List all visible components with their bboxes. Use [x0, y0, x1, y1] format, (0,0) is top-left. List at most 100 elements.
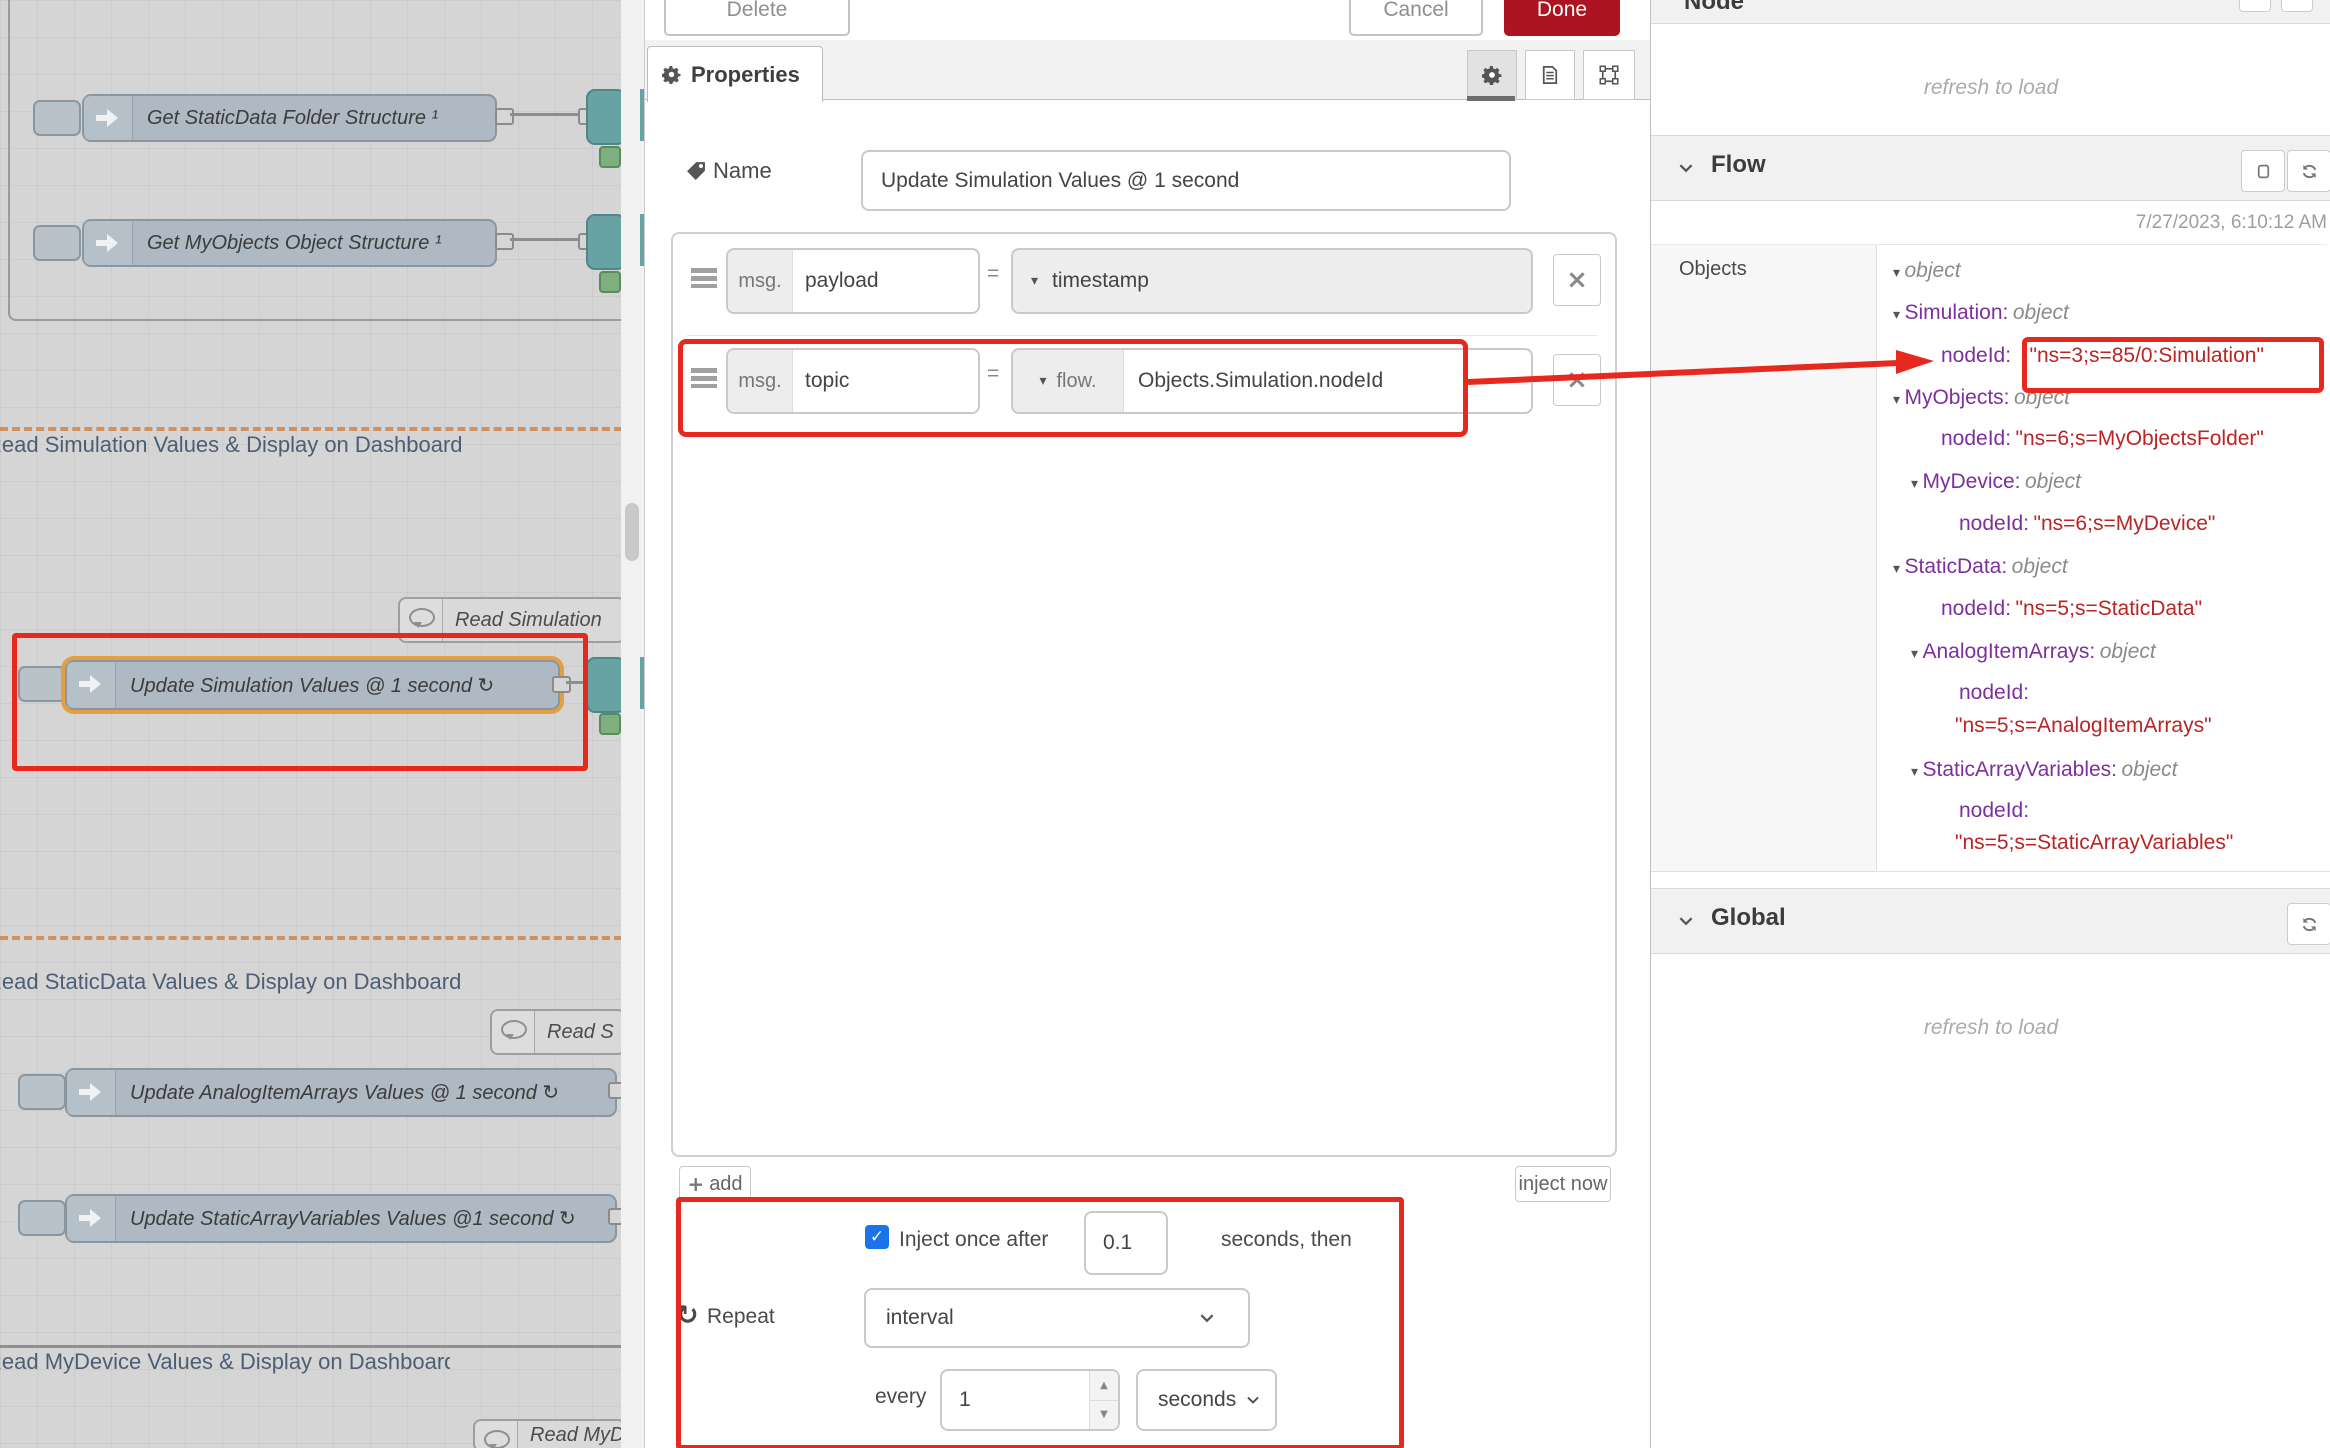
every-value: 1 [959, 1388, 971, 1412]
appearance-icon [1599, 65, 1619, 85]
tab-button-properties[interactable] [1467, 50, 1517, 100]
inject-once-checkbox[interactable]: ✓ [865, 1225, 889, 1249]
inject-button[interactable] [33, 225, 81, 261]
tree-row[interactable]: ▾ MyObjects: object [1893, 386, 2070, 410]
tab-properties[interactable]: Properties [647, 46, 823, 102]
add-rule-button[interactable]: + add [679, 1166, 751, 1202]
inject-node-selected[interactable]: Update Simulation Values @ 1 second ↻ [65, 660, 560, 710]
node-status-dot [599, 271, 621, 293]
section-button[interactable] [2239, 0, 2271, 12]
tree-row[interactable]: ▾ MyDevice: object [1911, 470, 2081, 494]
delete-button[interactable]: Delete [664, 0, 850, 36]
property-name: Objects [1679, 258, 1747, 281]
tree-row[interactable]: ▾ object [1893, 259, 1961, 283]
node-label: Update StaticArrayVariables Values @1 se… [116, 1206, 576, 1231]
rule-property-input[interactable]: msg. topic [726, 348, 980, 414]
tree-key: AnalogItemArrays: [1922, 640, 2095, 663]
flow-canvas[interactable]: Get StaticData Folder Structure ¹ Get My… [0, 0, 645, 1448]
node-label: Update AnalogItemArrays Values @ 1 secon… [116, 1080, 559, 1105]
tree-row[interactable]: ▾ AnalogItemArrays: object [1911, 640, 2156, 664]
tab-button-description[interactable] [1525, 50, 1575, 100]
drag-handle-icon[interactable] [691, 368, 717, 388]
spinner-up-icon: ▲ [1100, 1380, 1108, 1391]
comment-label: Read S [535, 1021, 614, 1044]
group-border-dashed [0, 936, 622, 940]
repeat-select[interactable]: interval [864, 1288, 1250, 1348]
inject-icon [67, 1070, 116, 1115]
every-unit-select[interactable]: seconds [1136, 1369, 1277, 1431]
tree-type: object [2014, 386, 2070, 409]
tree-type: object [2100, 640, 2156, 663]
number-spinner[interactable]: ▲ ▼ [1089, 1371, 1118, 1429]
comment-node[interactable]: Read Simulation [398, 597, 626, 643]
node-section-header[interactable]: Node [1651, 0, 2330, 24]
msg-prefix: msg. [728, 350, 793, 412]
delay-value: 0.1 [1103, 1231, 1132, 1255]
wire [566, 681, 588, 684]
inject-node[interactable]: Update AnalogItemArrays Values @ 1 secon… [65, 1068, 617, 1117]
tree-row[interactable]: "ns=5;s=StaticArrayVariables" [1955, 831, 2233, 855]
inject-node[interactable]: Get MyObjects Object Structure ¹ [82, 219, 497, 267]
refresh-button[interactable] [2287, 903, 2330, 945]
group-border-dashed [0, 427, 622, 431]
tree-key: MyDevice: [1922, 470, 2020, 493]
edit-inject-node-dialog: Delete Cancel Done Properties Name Updat… [644, 0, 1651, 1448]
tree-value: "ns=5;s=AnalogItemArrays" [1955, 714, 2212, 737]
inject-icon [67, 662, 116, 708]
flow-group-structure [8, 0, 652, 321]
tree-row[interactable]: ▾ StaticArrayVariables: object [1911, 758, 2178, 782]
rule-property-input[interactable]: msg. payload [726, 248, 980, 314]
delete-rule-button[interactable]: × [1553, 254, 1601, 306]
comment-node[interactable]: Read MyD [473, 1419, 626, 1448]
section-button[interactable] [2281, 0, 2313, 12]
output-port[interactable] [552, 676, 571, 693]
rule-value-dropdown[interactable]: ▾ timestamp [1011, 248, 1533, 314]
drag-handle-icon[interactable] [691, 268, 717, 288]
inject-once-delay-input[interactable]: 0.1 [1084, 1211, 1168, 1275]
cancel-button[interactable]: Cancel [1349, 0, 1483, 36]
comment-label: Read MyD [518, 1424, 624, 1447]
tree-row[interactable]: nodeId: [1959, 799, 2029, 823]
refresh-button[interactable] [2287, 150, 2330, 192]
flow-section-header[interactable]: Flow [1651, 135, 2330, 201]
caret-down-icon: ▾ [1893, 307, 1900, 323]
group-label: Read StaticData Values & Display on Dash… [0, 969, 480, 999]
inject-now-button[interactable]: inject now [1515, 1166, 1611, 1202]
inject-node[interactable]: Update StaticArrayVariables Values @1 se… [65, 1194, 617, 1243]
inject-button[interactable] [18, 666, 66, 702]
repeat-icon: ↻ [676, 1300, 699, 1331]
tree-row[interactable]: nodeId: [1959, 681, 2029, 705]
caret-down-icon: ▾ [1911, 476, 1918, 492]
rule-value-dropdown[interactable]: ▾ flow. Objects.Simulation.nodeId [1011, 348, 1533, 414]
tree-type: object [2121, 758, 2177, 781]
inject-button[interactable] [18, 1074, 66, 1110]
canvas-scrollbar-thumb[interactable] [625, 503, 639, 561]
tree-row[interactable]: "ns=5;s=AnalogItemArrays" [1955, 714, 2212, 738]
rule-value: Objects.Simulation.nodeId [1138, 369, 1383, 393]
inject-icon [84, 96, 133, 140]
expand-button[interactable] [2241, 150, 2285, 192]
tree-row[interactable]: ▾ Simulation: object [1893, 301, 2069, 325]
tree-row-highlighted[interactable]: nodeId: "ns=3;s=85/0:Simulation" [1941, 344, 2264, 368]
output-port[interactable] [495, 108, 514, 125]
rule-value: timestamp [1052, 269, 1149, 293]
inject-node[interactable]: Get StaticData Folder Structure ¹ [82, 94, 497, 142]
tree-row[interactable]: ▾ StaticData: object [1893, 555, 2068, 579]
opcua-node[interactable] [586, 214, 626, 270]
tab-button-appearance[interactable] [1583, 50, 1635, 100]
output-port[interactable] [495, 233, 514, 250]
opcua-node[interactable] [586, 89, 626, 145]
every-value-input[interactable]: 1 ▲ ▼ [940, 1369, 1120, 1431]
delete-rule-button[interactable]: × [1553, 354, 1601, 406]
tree-row[interactable]: nodeId: "ns=6;s=MyDevice" [1959, 512, 2215, 536]
opcua-node[interactable] [586, 657, 626, 713]
global-section-header[interactable]: Global [1651, 888, 2330, 954]
name-input[interactable]: Update Simulation Values @ 1 second [861, 150, 1511, 211]
inject-button[interactable] [33, 100, 81, 136]
comment-node[interactable]: Read S [490, 1009, 626, 1055]
done-button[interactable]: Done [1504, 0, 1620, 36]
chevron-down-icon [1677, 912, 1695, 930]
tree-row[interactable]: nodeId: "ns=6;s=MyObjectsFolder" [1941, 427, 2264, 451]
tree-row[interactable]: nodeId: "ns=5;s=StaticData" [1941, 597, 2202, 621]
inject-button[interactable] [18, 1200, 66, 1236]
